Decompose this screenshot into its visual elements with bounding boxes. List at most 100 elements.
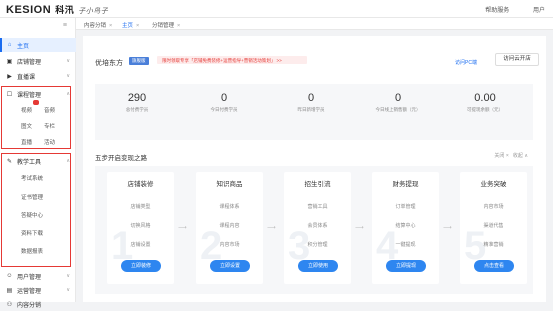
arrow-right-icon: ⟶	[355, 225, 364, 231]
step-item[interactable]: 营销工具	[284, 203, 351, 210]
tools-sub-report[interactable]: 数据报表	[21, 247, 43, 255]
tab-home[interactable]: 主页 ×	[122, 21, 139, 29]
tab-label: 分销管理	[152, 23, 175, 29]
sidebar-item-label: 运营管理	[17, 288, 42, 295]
close-icon[interactable]: ×	[506, 153, 509, 159]
close-steps-button[interactable]: 关闭	[494, 153, 504, 159]
steps-controls: 关闭 × 收起 ∧	[494, 152, 528, 159]
step-card-enroll: 3 招生引流 营销工具 会员体系 积分管理 立即使用	[284, 172, 351, 284]
close-icon[interactable]: ×	[177, 23, 180, 29]
step-button-withdraw[interactable]: 立即提现	[386, 260, 426, 272]
close-icon[interactable]: ×	[136, 23, 139, 29]
operation-icon: ▤	[6, 287, 13, 294]
chevron-up-icon[interactable]: ∧	[524, 153, 528, 159]
chevron-up-icon: ∧	[66, 158, 70, 164]
stat-label: 今日付费学员	[210, 107, 238, 112]
step-card-knowledge: 2 知识商品 课程体系 课程内容 内容市场 立即设置	[196, 172, 263, 284]
sidebar-item-live[interactable]: ▶ 直播课 ∨	[0, 69, 76, 83]
stat-label: 总付费学员	[125, 107, 149, 112]
step-item[interactable]: 切换风格	[107, 222, 174, 229]
step-item[interactable]: 渠道代售	[460, 222, 527, 229]
chevron-down-icon: ∨	[66, 58, 70, 64]
step-title: 业务突破	[480, 181, 507, 188]
step-item[interactable]: 结算中心	[372, 222, 439, 229]
chevron-down-icon: ∨	[66, 73, 70, 79]
step-item[interactable]: 内容市场	[196, 241, 263, 248]
step-title: 财务提现	[392, 181, 419, 188]
sidebar-item-store[interactable]: ▣ 店铺管理 ∨	[0, 54, 76, 68]
tools-sub-certificate[interactable]: 证书管理	[21, 193, 43, 201]
tools-sub-download[interactable]: 资料下载	[21, 229, 43, 237]
step-item[interactable]: 内容市场	[460, 203, 527, 210]
step-item[interactable]: 课程体系	[196, 203, 263, 210]
course-sub-audio[interactable]: 音频	[44, 106, 55, 114]
edition-badge: 旗舰版	[129, 57, 149, 65]
sidebar: ≡ ⌂ 主页 ▣ 店铺管理 ∨ ▶ 直播课 ∨ ☐ 课程管理 ∧ 视频 音频 图文 专栏 直播…	[0, 18, 76, 309]
step-item[interactable]: 精准营销	[460, 241, 527, 248]
stat-today-students: 0 今日付费学员	[184, 92, 264, 113]
sidebar-item-label: 课程管理	[17, 92, 42, 99]
user-menu[interactable]: 用户	[533, 8, 545, 14]
store-name: 优培东方	[95, 60, 123, 67]
step-button-setup[interactable]: 立即设置	[210, 260, 250, 272]
arrow-right-icon: ⟶	[178, 225, 187, 231]
sidebar-item-distribution[interactable]: ⚇ 内容分销	[0, 297, 76, 311]
collapse-icon[interactable]: ≡	[63, 22, 67, 29]
step-button-use[interactable]: 立即使用	[298, 260, 338, 272]
tab-distribution[interactable]: 内容分销 ×	[84, 21, 112, 29]
stat-value: 0.00	[474, 92, 496, 104]
course-icon: ☐	[6, 91, 13, 98]
arrow-right-icon: ⟶	[443, 225, 452, 231]
step-item[interactable]: 订单管理	[372, 203, 439, 210]
tools-sub-exam[interactable]: 考试系统	[21, 174, 43, 182]
step-button-decorate[interactable]: 立即装修	[121, 260, 161, 272]
brand-name: KESION	[6, 4, 52, 16]
sidebar-item-home[interactable]: ⌂ 主页	[0, 38, 76, 52]
stat-today-sales: 0 今日线上销售额（元）	[358, 92, 438, 113]
step-item[interactable]: 一键提现	[372, 241, 439, 248]
stat-total-students: 290 总付费学员	[97, 92, 177, 113]
help-service-menu[interactable]: 帮助服务	[485, 8, 509, 14]
stat-value: 0	[220, 92, 228, 104]
tools-sub-qa[interactable]: 答疑中心	[21, 211, 43, 219]
visit-pc-link[interactable]: 访问PC端	[455, 59, 477, 66]
collapse-steps-button[interactable]: 收起	[513, 153, 523, 159]
tab-label: 主页	[122, 23, 134, 29]
step-card-breakthrough: 5 业务突破 内容市场 渠道代售 精准营销 点击查看	[460, 172, 527, 284]
sidebar-item-label: 用户管理	[17, 274, 42, 281]
step-item[interactable]: 积分管理	[284, 241, 351, 248]
steps-row: 1 店铺装修 店铺类型 切换风格 店铺设置 立即装修 ⟶ 2 知识商品 课程体系…	[95, 166, 533, 294]
course-sub-live[interactable]: 直播	[21, 138, 32, 146]
sidebar-item-users[interactable]: ☺ 用户管理 ∨	[0, 269, 76, 283]
step-item[interactable]: 店铺设置	[107, 241, 174, 248]
course-sub-activity[interactable]: 活动	[44, 138, 55, 146]
course-sub-video[interactable]: 视频	[21, 106, 32, 114]
sidebar-item-label: 店铺管理	[17, 59, 42, 66]
chevron-down-icon: ∨	[66, 287, 70, 293]
new-badge-icon	[33, 100, 39, 105]
step-item[interactable]: 店铺类型	[107, 203, 174, 210]
step-item[interactable]: 会员体系	[284, 222, 351, 229]
sidebar-item-label: 主页	[17, 43, 30, 50]
brand-logo[interactable]: KESION 科汛 子小鸟子	[6, 3, 108, 16]
step-item[interactable]: 课程内容	[196, 222, 263, 229]
course-sub-article[interactable]: 图文	[21, 122, 32, 130]
tab-distribution-manage[interactable]: 分销管理 ×	[152, 21, 180, 29]
top-menu: 帮助服务 用户	[463, 5, 545, 14]
stat-label: 可提现余额（元）	[467, 107, 503, 112]
course-sub-column[interactable]: 专栏	[44, 122, 55, 130]
chevron-up-icon: ∧	[66, 91, 70, 97]
visit-cloud-store-button[interactable]: 访问云开店	[495, 53, 539, 66]
promo-banner[interactable]: 限时领取专享「店铺免费装修+运营指导+营销活动策划」 >>	[157, 56, 307, 64]
step-button-view[interactable]: 点击查看	[474, 260, 514, 272]
step-card-store: 1 店铺装修 店铺类型 切换风格 店铺设置 立即装修	[107, 172, 174, 284]
step-title: 知识商品	[216, 181, 243, 188]
stat-value: 0	[394, 92, 402, 104]
sidebar-item-operation[interactable]: ▤ 运营管理 ∨	[0, 283, 76, 297]
sidebar-item-label: 直播课	[17, 74, 36, 81]
home-icon: ⌂	[7, 42, 12, 48]
close-icon[interactable]: ×	[109, 23, 112, 29]
sidebar-item-tools[interactable]: ✎ 教学工具 ∧	[0, 154, 76, 168]
sidebar-item-label: 内容分销	[17, 302, 42, 309]
sidebar-item-course[interactable]: ☐ 课程管理 ∧	[0, 87, 76, 101]
